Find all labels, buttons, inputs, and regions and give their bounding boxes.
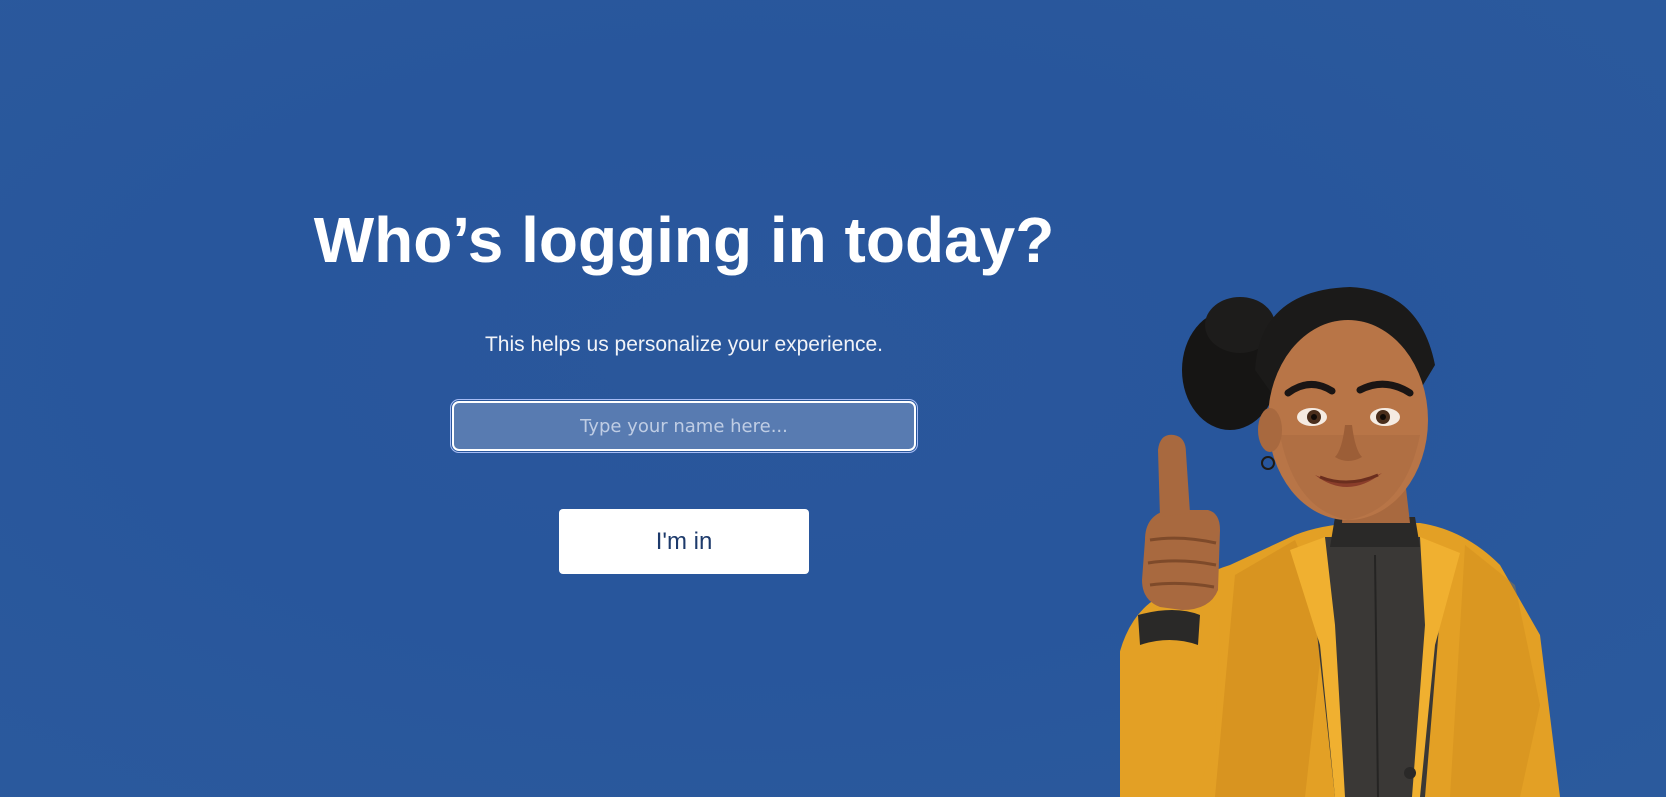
- page-title: Who’s logging in today?: [313, 204, 1055, 276]
- name-input[interactable]: [450, 399, 918, 453]
- im-in-button[interactable]: I'm in: [559, 509, 809, 574]
- login-page: Who’s logging in today? This helps us pe…: [0, 0, 1666, 797]
- woman-thumbs-up-illustration: [1120, 287, 1560, 797]
